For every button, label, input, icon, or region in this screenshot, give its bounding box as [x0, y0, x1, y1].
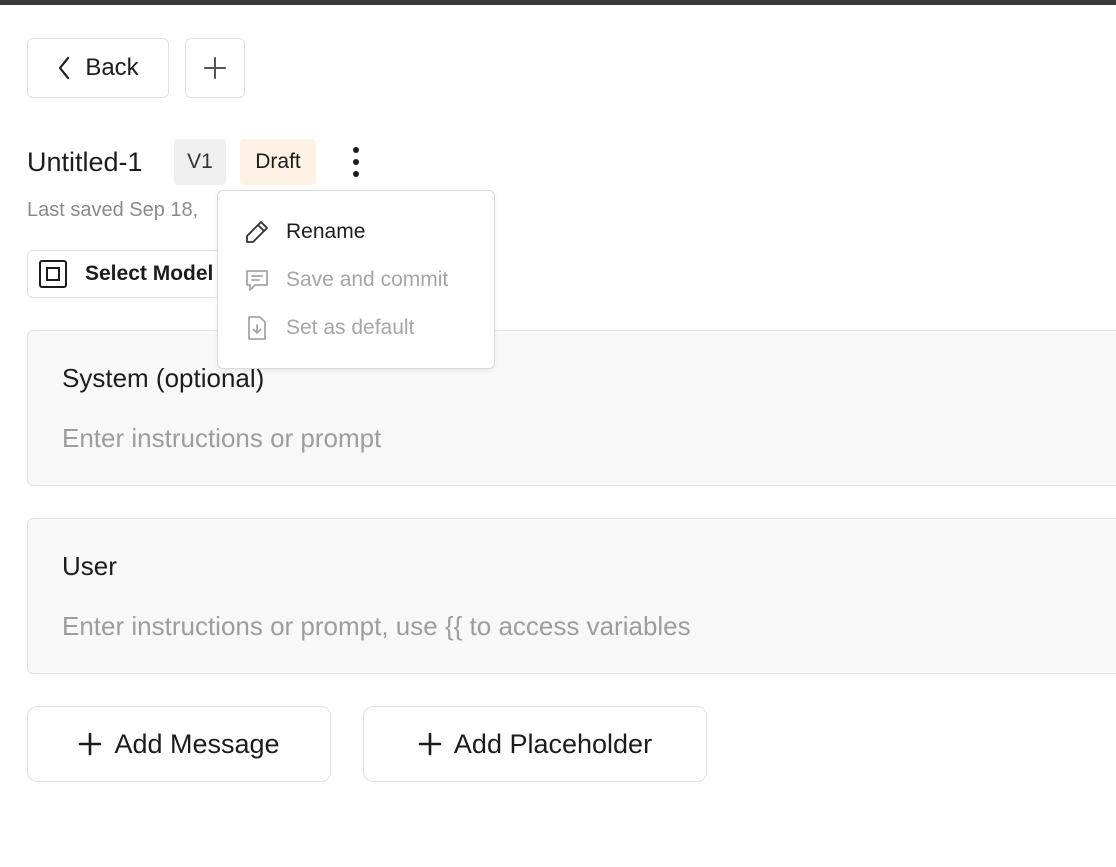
menu-item-label: Save and commit — [286, 268, 449, 291]
top-bar — [0, 0, 1116, 5]
chevron-left-icon — [57, 56, 71, 80]
menu-item-label: Rename — [286, 220, 366, 243]
options-dropdown-menu: Rename Save and commit Set as default — [217, 190, 495, 369]
add-placeholder-button[interactable]: Add Placeholder — [363, 706, 707, 782]
select-model-label: Select Model — [85, 262, 214, 285]
user-message-label: User — [62, 551, 117, 581]
add-placeholder-label: Add Placeholder — [453, 728, 653, 759]
back-button[interactable]: Back — [27, 38, 169, 98]
version-badge: V1 — [174, 139, 226, 185]
plus-icon — [78, 732, 102, 756]
pencil-icon — [244, 219, 270, 245]
system-message-card: System (optional) — [27, 330, 1116, 486]
model-icon — [38, 259, 68, 289]
select-model-button[interactable]: Select Model — [27, 250, 227, 298]
menu-item-label: Set as default — [286, 316, 415, 339]
plus-icon — [418, 732, 442, 756]
user-prompt-input[interactable] — [62, 611, 1062, 642]
more-options-button[interactable] — [336, 140, 376, 184]
menu-item-set-as-default[interactable]: Set as default — [244, 315, 414, 341]
prompt-title: Untitled-1 — [27, 147, 143, 177]
menu-item-save-and-commit[interactable]: Save and commit — [244, 267, 448, 293]
system-prompt-input[interactable] — [62, 423, 1062, 454]
last-saved-text: Last saved Sep 18, — [27, 199, 199, 221]
plus-icon — [203, 56, 227, 80]
file-download-icon — [244, 315, 270, 341]
new-prompt-button[interactable] — [185, 38, 245, 98]
comment-icon — [244, 267, 270, 293]
menu-item-rename[interactable]: Rename — [244, 219, 365, 245]
add-message-button[interactable]: Add Message — [27, 706, 331, 782]
add-message-label: Add Message — [114, 728, 280, 759]
kebab-menu-icon — [352, 146, 360, 178]
back-button-label: Back — [85, 54, 139, 81]
status-badge: Draft — [240, 139, 316, 185]
user-message-card: User — [27, 518, 1116, 674]
